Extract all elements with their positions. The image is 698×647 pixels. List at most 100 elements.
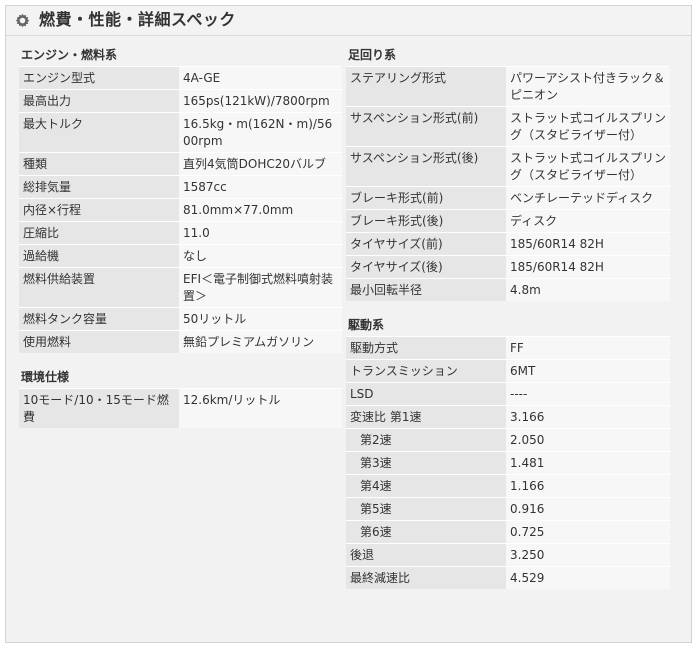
spec-key: 第4速: [346, 474, 506, 498]
spec-value: 4.529: [506, 566, 670, 589]
spec-key: サスペンション形式(後): [346, 146, 506, 187]
section-title-chassis: 足回り系: [348, 48, 397, 62]
spec-key: ブレーキ形式(後): [346, 209, 506, 233]
panel-header: 燃費・性能・詳細スペック: [6, 6, 691, 36]
spec-value: 12.6km/リットル: [179, 388, 342, 428]
spec-key: 内径×行程: [19, 198, 179, 222]
table-row: 第3速 1.481: [346, 451, 670, 475]
spec-value: 3.166: [506, 405, 670, 429]
chassis-spec-table: ステアリング形式 パワーアシスト付きラック＆ピニオン サスペンション形式(前) スト…: [346, 66, 670, 301]
page-title: 燃費・性能・詳細スペック: [39, 10, 236, 29]
spec-key: 最終減速比: [346, 566, 506, 589]
spec-value: 直列4気筒DOHC20バルブ: [179, 152, 342, 176]
spec-key: 最大トルク: [19, 112, 179, 153]
table-row: トランスミッション 6MT: [346, 359, 670, 383]
table-row: サスペンション形式(後) ストラット式コイルスプリング（スタビライザー付）: [346, 146, 670, 187]
environment-spec-table: 10モード/10・15モード燃費 12.6km/リットル: [19, 388, 342, 428]
spec-key: タイヤサイズ(前): [346, 232, 506, 256]
spec-value: 1587cc: [179, 175, 342, 199]
table-row: 燃料供給装置 EFI＜電子制御式燃料噴射装置＞: [19, 267, 342, 308]
spec-key: タイヤサイズ(後): [346, 255, 506, 279]
spec-key: 燃料供給装置: [19, 267, 179, 308]
table-row: 第5速 0.916: [346, 497, 670, 521]
table-row: ブレーキ形式(後) ディスク: [346, 209, 670, 233]
engine-spec-table: エンジン型式 4A-GE 最高出力 165ps(121kW)/7800rpm 最大ト…: [19, 66, 342, 353]
table-row: 第2速 2.050: [346, 428, 670, 452]
section-title-engine: エンジン・燃料系: [21, 48, 118, 62]
spec-key: LSD: [346, 382, 506, 406]
spec-key: 第3速: [346, 451, 506, 475]
spec-key: 第2速: [346, 428, 506, 452]
spec-value: 6MT: [506, 359, 670, 383]
spec-value: EFI＜電子制御式燃料噴射装置＞: [179, 267, 342, 308]
spec-key: 使用燃料: [19, 330, 179, 353]
spec-key: 燃料タンク容量: [19, 307, 179, 331]
table-row: 総排気量 1587cc: [19, 175, 342, 199]
spec-key: 最高出力: [19, 89, 179, 113]
spec-key: 後退: [346, 543, 506, 567]
table-row: 内径×行程 81.0mm×77.0mm: [19, 198, 342, 222]
table-row: 最高出力 165ps(121kW)/7800rpm: [19, 89, 342, 113]
spec-key: 総排気量: [19, 175, 179, 199]
spec-value: 1.481: [506, 451, 670, 475]
spec-key: 駆動方式: [346, 336, 506, 360]
spec-key: 圧縮比: [19, 221, 179, 245]
table-row: 過給機 なし: [19, 244, 342, 268]
spec-value: 185/60R14 82H: [506, 232, 670, 256]
spec-value: ディスク: [506, 209, 670, 233]
spec-value: 165ps(121kW)/7800rpm: [179, 89, 342, 113]
spec-key: 10モード/10・15モード燃費: [19, 388, 179, 428]
spec-value: 3.250: [506, 543, 670, 567]
spec-value: ストラット式コイルスプリング（スタビライザー付）: [506, 146, 670, 187]
spec-value: なし: [179, 244, 342, 268]
table-row: 最大トルク 16.5kg・m(162N・m)/5600rpm: [19, 112, 342, 153]
spec-value: 16.5kg・m(162N・m)/5600rpm: [179, 112, 342, 153]
table-row: 使用燃料 無鉛プレミアムガソリン: [19, 330, 342, 353]
spec-key: 過給機: [19, 244, 179, 268]
spec-value: 2.050: [506, 428, 670, 452]
spec-value: ----: [506, 382, 670, 406]
spec-key: サスペンション形式(前): [346, 106, 506, 147]
spec-key: 変速比 第1速: [346, 405, 506, 429]
gear-icon: [15, 13, 30, 28]
spec-value: 4A-GE: [179, 66, 342, 90]
spec-key: 第5速: [346, 497, 506, 521]
table-row: 後退 3.250: [346, 543, 670, 567]
table-row: 燃料タンク容量 50リットル: [19, 307, 342, 331]
spec-value: パワーアシスト付きラック＆ピニオン: [506, 66, 670, 107]
spec-key: 第6速: [346, 520, 506, 544]
spec-value: ベンチレーテッドディスク: [506, 186, 670, 210]
spec-value: 11.0: [179, 221, 342, 245]
table-row: 最小回転半径 4.8m: [346, 278, 670, 301]
table-row: ステアリング形式 パワーアシスト付きラック＆ピニオン: [346, 66, 670, 107]
spec-value: 185/60R14 82H: [506, 255, 670, 279]
table-row: 第6速 0.725: [346, 520, 670, 544]
table-row: 駆動方式 FF: [346, 336, 670, 360]
spec-value: FF: [506, 336, 670, 360]
spec-value: 無鉛プレミアムガソリン: [179, 330, 342, 353]
table-row: 圧縮比 11.0: [19, 221, 342, 245]
spec-key: 最小回転半径: [346, 278, 506, 301]
spec-value: 0.725: [506, 520, 670, 544]
section-title-drivetrain: 駆動系: [348, 318, 385, 332]
spec-key: トランスミッション: [346, 359, 506, 383]
spec-value: 1.166: [506, 474, 670, 498]
drivetrain-spec-table: 駆動方式 FF トランスミッション 6MT LSD ---- 変速比 第1速 3.166…: [346, 336, 670, 589]
spec-key: ブレーキ形式(前): [346, 186, 506, 210]
spec-value: 50リットル: [179, 307, 342, 331]
table-row: タイヤサイズ(前) 185/60R14 82H: [346, 232, 670, 256]
table-row: タイヤサイズ(後) 185/60R14 82H: [346, 255, 670, 279]
spec-value: 81.0mm×77.0mm: [179, 198, 342, 222]
spec-value: 4.8m: [506, 278, 670, 301]
table-row: ブレーキ形式(前) ベンチレーテッドディスク: [346, 186, 670, 210]
table-row: サスペンション形式(前) ストラット式コイルスプリング（スタビライザー付）: [346, 106, 670, 147]
left-column: エンジン・燃料系 エンジン型式 4A-GE 最高出力 165ps(121kW)/78…: [19, 44, 342, 428]
spec-key: 種類: [19, 152, 179, 176]
spec-value: 0.916: [506, 497, 670, 521]
table-row: 変速比 第1速 3.166: [346, 405, 670, 429]
table-row: 種類 直列4気筒DOHC20バルブ: [19, 152, 342, 176]
table-row: 10モード/10・15モード燃費 12.6km/リットル: [19, 388, 342, 428]
table-row: エンジン型式 4A-GE: [19, 66, 342, 90]
table-row: 第4速 1.166: [346, 474, 670, 498]
table-row: LSD ----: [346, 382, 670, 406]
